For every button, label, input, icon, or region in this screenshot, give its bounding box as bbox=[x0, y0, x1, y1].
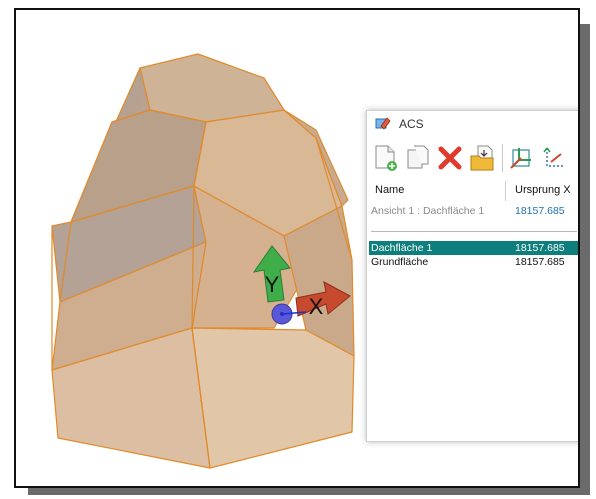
axes-button[interactable] bbox=[538, 143, 568, 173]
list-divider bbox=[371, 231, 577, 232]
active-view-origin: 18157.685 bbox=[515, 205, 565, 217]
copy-page-button[interactable] bbox=[403, 143, 433, 173]
acs-app-icon bbox=[375, 117, 391, 130]
list-item-origin: 18157.685 bbox=[515, 242, 565, 254]
list-item-name: Dachfläche 1 bbox=[371, 242, 433, 254]
list-item-grundflaeche[interactable]: Grundfläche 18157.685 bbox=[367, 255, 578, 269]
active-view-row: Ansicht 1 : Dachfläche 1 18157.685 bbox=[367, 203, 578, 219]
import-folder-button[interactable] bbox=[467, 143, 497, 173]
delete-button[interactable] bbox=[435, 143, 465, 173]
y-axis-label: Y bbox=[265, 272, 280, 297]
new-page-button[interactable] bbox=[371, 143, 401, 173]
frame-shadow-bottom bbox=[28, 488, 590, 495]
import-folder-icon bbox=[470, 145, 494, 171]
list-item-name: Grundfläche bbox=[371, 256, 429, 268]
frame-shadow-right bbox=[580, 24, 590, 491]
coordinate-system-icon bbox=[510, 148, 531, 169]
new-page-icon bbox=[375, 145, 397, 171]
list-item-dachflaeche-1[interactable]: Dachfläche 1 18157.685 bbox=[369, 241, 578, 255]
origin-point bbox=[280, 312, 284, 316]
column-separator[interactable] bbox=[505, 181, 506, 201]
acs-panel[interactable]: ACS Name Ursprung X Ansicht 1: Dachfläc… bbox=[366, 110, 578, 442]
list-item-origin: 18157.685 bbox=[515, 256, 565, 268]
acs-toolbar bbox=[371, 141, 578, 175]
base-front-wall bbox=[191, 327, 355, 469]
column-header-name[interactable]: Name bbox=[375, 184, 404, 196]
acs-title: ACS bbox=[399, 117, 424, 131]
screenshot-frame: Y X ACS Name Ursprung X Ansicht 1: Dach… bbox=[14, 8, 580, 488]
axes-icon bbox=[543, 147, 563, 167]
acs-title-bar: ACS bbox=[367, 111, 578, 137]
column-header-origin-x[interactable]: Ursprung X bbox=[515, 184, 571, 196]
active-view-name: Ansicht 1 : Dachfläche 1 bbox=[371, 205, 485, 217]
copy-page-icon bbox=[407, 145, 429, 169]
toolbar-separator bbox=[502, 144, 503, 172]
coordinate-system-button[interactable] bbox=[506, 143, 536, 173]
top-face bbox=[139, 53, 285, 123]
roof-solid-model[interactable] bbox=[51, 53, 355, 469]
x-axis-label: X bbox=[309, 294, 324, 319]
delete-icon bbox=[438, 146, 462, 170]
list-header: Name Ursprung X bbox=[367, 181, 578, 201]
